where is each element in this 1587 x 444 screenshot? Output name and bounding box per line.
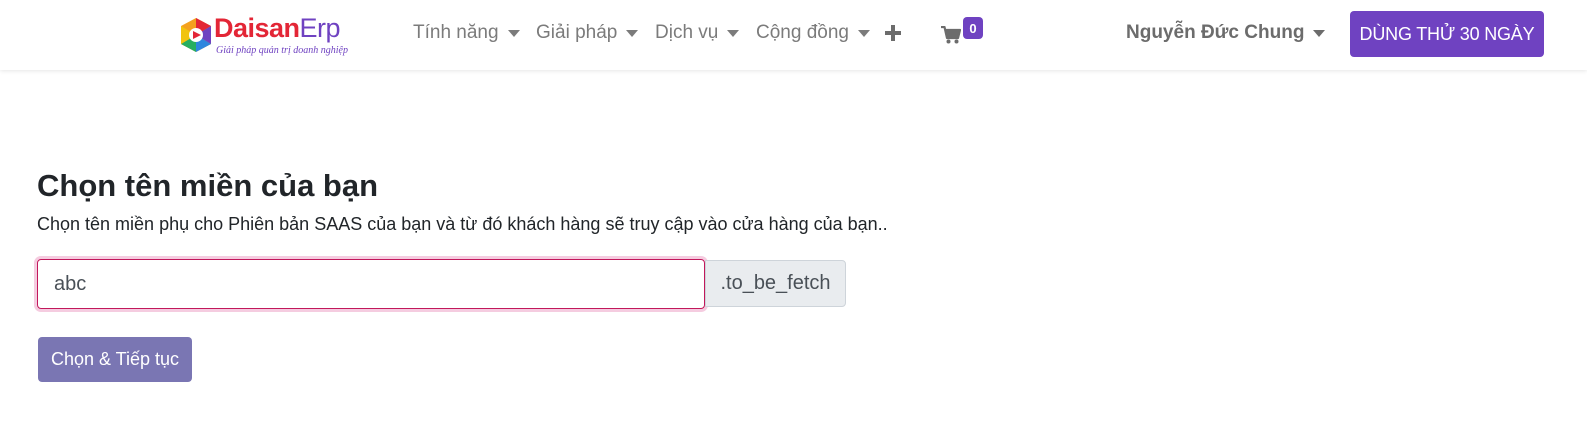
cart-icon [941,26,961,44]
page-subtitle: Chọn tên miền phụ cho Phiên bản SAAS của… [37,214,888,234]
brand-logo[interactable]: DaisanErp Giải pháp quản trị doanh nghiệ… [179,13,375,59]
plus-icon[interactable] [884,24,902,42]
caret-down-icon [1313,30,1326,37]
nav-menu-solutions[interactable]: Giải pháp [536,22,639,44]
page-title: Chọn tên miền của bạn [37,168,379,203]
free-trial-button[interactable]: DÙNG THỬ 30 NGÀY [1350,11,1544,57]
nav-menu-label: Giải pháp [536,22,618,43]
user-menu[interactable]: Nguyễn Đức Chung [1126,22,1326,44]
logo-tagline: Giải pháp quản trị doanh nghiệp [216,45,348,56]
cart-count-badge: 0 [963,17,983,39]
domain-input-wrapper [37,259,705,309]
top-navbar: DaisanErp Giải pháp quản trị doanh nghiệ… [0,0,1587,70]
caret-down-icon [626,30,639,37]
caret-down-icon [727,30,740,37]
select-continue-button[interactable]: Chọn & Tiếp tục [38,337,192,382]
nav-menu-services[interactable]: Dịch vụ [655,22,740,44]
nav-menu-label: Dịch vụ [655,22,719,43]
caret-down-icon [857,30,870,37]
domain-suffix: .to_be_fetch [705,260,846,307]
nav-menu-community[interactable]: Cộng đồng [756,22,870,44]
nav-menu-label: Cộng đồng [756,22,849,43]
cart-button[interactable]: 0 [941,17,985,52]
caret-down-icon [507,30,520,37]
nav-menu-features[interactable]: Tính năng [413,22,520,44]
user-name: Nguyễn Đức Chung [1126,22,1305,43]
logo-wordmark: DaisanErp [214,13,341,43]
nav-menu-label: Tính năng [413,22,499,43]
subdomain-input[interactable] [37,259,705,309]
logo-mark-icon [181,18,211,52]
